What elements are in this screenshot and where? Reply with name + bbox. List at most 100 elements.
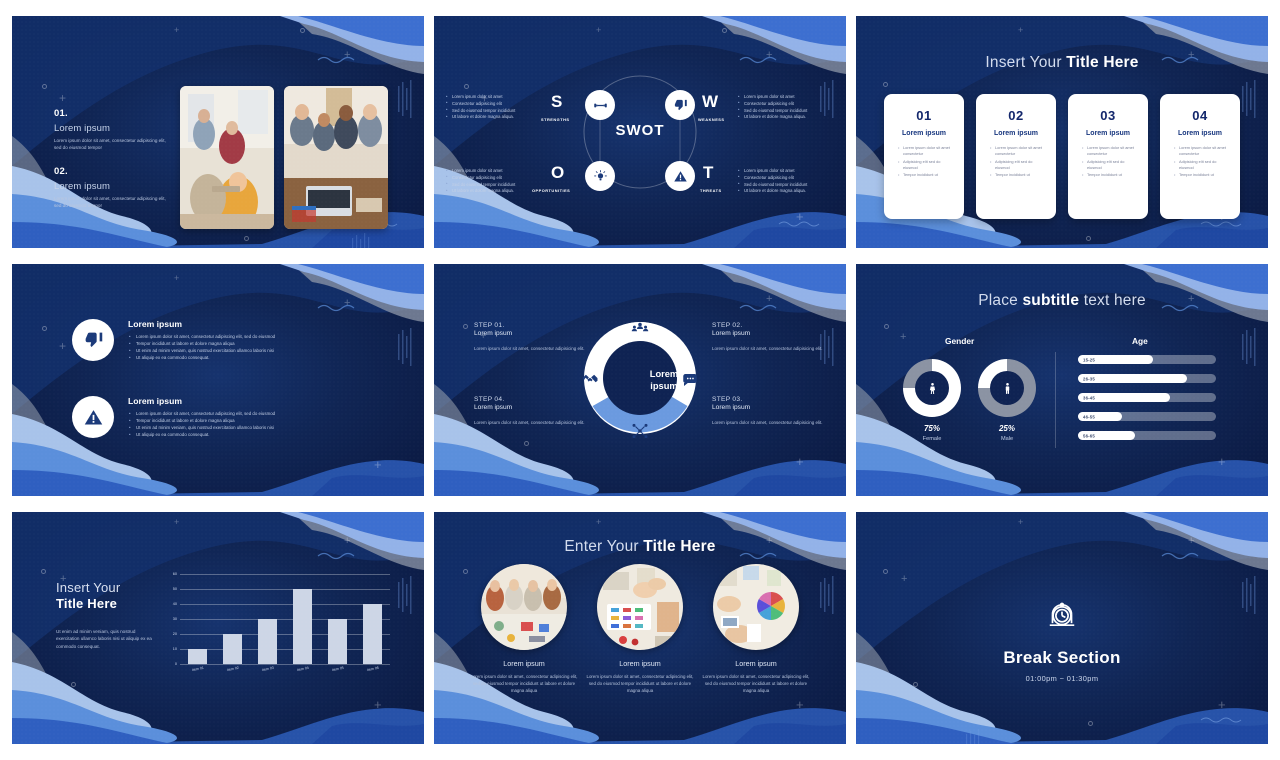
- step-label: STEP 04.: [474, 396, 505, 403]
- photo-card-1: [180, 86, 274, 229]
- circle-decoration-icon: [464, 84, 469, 89]
- card-number: 04: [1192, 108, 1208, 123]
- bullet: Sed do eiusmod tempor incididunt: [446, 181, 542, 189]
- bullet: Adipisicing elit sed do eiusmod: [1082, 159, 1140, 171]
- slide-8-title: Enter Your Title Here: [434, 538, 846, 556]
- age-bar-row: 56-65: [1078, 431, 1216, 440]
- warning-triangle-icon: [72, 396, 114, 438]
- feature-heading: Lorem ipsum: [128, 319, 182, 329]
- item-body: Lorem ipsum dolor sit amet, consectetur …: [54, 138, 166, 151]
- photo-item: Lorem ipsum Lorem ipsum dolor sit amet, …: [701, 564, 811, 694]
- bullet: Adipisicing elit sed do eiusmod: [1174, 159, 1232, 171]
- swot-bullets-weakness: Lorem ipsum dolor sit amet Consectetur a…: [738, 94, 834, 121]
- dumbbell-icon: [585, 90, 615, 120]
- info-card[interactable]: 04 Lorem ipsum Lorem ipsum dolor sit ame…: [1160, 94, 1240, 219]
- item-heading: Lorem ipsum: [54, 123, 111, 134]
- bar-label: 36-45: [1083, 395, 1095, 400]
- break-section-content: Break Section 01:00pm ~ 01:30pm: [856, 598, 1268, 683]
- circle-decoration-icon: [524, 441, 529, 446]
- chart-bar: [293, 589, 312, 664]
- photo-circle: [597, 564, 683, 650]
- chart-bars: [180, 574, 390, 664]
- bullet: Ut aliquip ex ea commodo consequat.: [128, 431, 358, 438]
- bullet: Ut labore et dolore magna aliqua.: [738, 188, 834, 195]
- circle-decoration-icon: [883, 569, 888, 574]
- photo-heading: Lorem ipsum: [619, 659, 661, 668]
- slide-6-demographics[interactable]: + + + Place subtitle text here Gender Ag…: [856, 264, 1268, 496]
- cycle-step-03: STEP 03. Lorem ipsum Lorem ipsum dolor s…: [712, 396, 824, 426]
- slide-7-body: Ut enim ad minim veniam, quis nostrud ex…: [56, 629, 152, 649]
- warning-triangle-icon: [665, 161, 695, 191]
- people-group-icon: [631, 320, 649, 338]
- plus-decoration-icon: +: [344, 297, 351, 309]
- circle-decoration-icon: [722, 28, 727, 33]
- section-divider: [1055, 352, 1056, 448]
- bullet: Lorem ipsum dolor sit amet: [738, 94, 834, 101]
- plus-decoration-icon: +: [1018, 25, 1024, 35]
- slide-1-item-1: 01. Lorem ipsum Lorem ipsum dolor sit am…: [54, 108, 174, 151]
- slide-4-icon-list[interactable]: + + + + Lorem ipsum Lorem ipsum dolor si…: [12, 264, 424, 496]
- chart-bar: [363, 604, 382, 664]
- plus-decoration-icon: +: [174, 517, 180, 527]
- swot-label-threats: THREATS: [700, 188, 722, 193]
- circle-decoration-icon: [883, 82, 888, 87]
- age-section-label: Age: [1132, 336, 1148, 346]
- bullet: Lorem ipsum dolor sit amet consectetur: [1082, 145, 1140, 157]
- chart-bar: [188, 649, 207, 664]
- circle-decoration-icon: [71, 682, 76, 687]
- slide-8-three-photos[interactable]: + + + Enter Your Title Here Lorem ipsum …: [434, 512, 846, 744]
- info-card[interactable]: 02 Lorem ipsum Lorem ipsum dolor sit ame…: [976, 94, 1056, 219]
- slide-3-four-cards[interactable]: + + + Insert Your Title Here 01 Lorem ip…: [856, 16, 1268, 248]
- item-heading: Lorem ipsum: [54, 181, 111, 193]
- bullet: Ut labore et dolore magna aliqua.: [446, 188, 542, 195]
- title-bold: Title Here: [1066, 54, 1139, 71]
- alarm-clock-icon: [856, 598, 1268, 637]
- bullet: Tempor incididunt ut labore et dolore ma…: [128, 340, 358, 347]
- step-label: STEP 03.: [712, 396, 743, 403]
- swot-label-opportunities: OPPORTUNITIES: [532, 188, 571, 193]
- step-label: STEP 02.: [712, 322, 743, 329]
- card-heading: Lorem ipsum: [994, 130, 1038, 137]
- card-number: 01: [916, 108, 932, 123]
- slide-9-break-section[interactable]: + + + + Break Section 01:00pm ~ 01:30pm: [856, 512, 1268, 744]
- chart-category-labels: Item 01 Item 02 Item 03 Item 04 Item 05 Item …: [180, 664, 390, 672]
- bullet: Sed do eiusmod tempor incididunt: [738, 107, 834, 115]
- break-heading: Break Section: [1003, 648, 1121, 667]
- info-card[interactable]: 03 Lorem ipsum Lorem ipsum dolor sit ame…: [1068, 94, 1148, 219]
- title-bold: Title Here: [56, 596, 118, 611]
- slide-7-bar-chart[interactable]: + + + + Insert Your Title Here Ut enim a…: [12, 512, 424, 744]
- slide-6-title: Place subtitle text here: [856, 292, 1268, 310]
- plus-decoration-icon: +: [1188, 535, 1195, 547]
- card-heading: Lorem ipsum: [1178, 130, 1222, 137]
- slide-7-title: Insert Your Title Here: [56, 580, 120, 611]
- slide-2-swot[interactable]: + + + + Lorem ipsum dolor sit amet Conse…: [434, 16, 846, 248]
- photo-item: Lorem ipsum Lorem ipsum dolor sit amet, …: [469, 564, 579, 694]
- swot-letter-w: W: [702, 92, 719, 111]
- bullet: Lorem ipsum dolor sit amet: [738, 168, 834, 175]
- plus-decoration-icon: +: [796, 209, 804, 224]
- photo-body: Lorem ipsum dolor sit amet, consectetur …: [586, 674, 694, 694]
- feature-text: Lorem ipsum Lorem ipsum dolor sit amet, …: [128, 396, 358, 438]
- info-card[interactable]: 01 Lorem ipsum Lorem ipsum dolor sit ame…: [884, 94, 964, 219]
- slide-5-cycle-steps[interactable]: + + + Lorem ipsum STEP 01. Lorem ipsum L…: [434, 264, 846, 496]
- bar-chart: 60 50 40 30 20 10 0 Item 01 Item 02 Item 03 Item …: [162, 572, 390, 672]
- circle-decoration-icon: [42, 326, 47, 331]
- photo-body: Lorem ipsum dolor sit amet, consectetur …: [470, 674, 578, 694]
- bullet: Consectetur adipisicing elit: [738, 174, 834, 182]
- age-bar-row: 36-45: [1078, 393, 1216, 402]
- thumbs-down-icon: [665, 90, 695, 120]
- title-bold: Title Here: [643, 538, 716, 555]
- slide-1-item-2: 02. Lorem ipsum Lorem ipsum dolor sit am…: [54, 166, 174, 209]
- y-axis-tick: 40: [172, 602, 177, 606]
- circle-decoration-icon: [41, 569, 46, 574]
- bar-label: 15-25: [1083, 357, 1095, 362]
- center-line-2: ipsum: [650, 380, 678, 391]
- bullet: Tempor incididunt ut: [990, 172, 1048, 178]
- donut-sublabel: Male: [1000, 436, 1014, 442]
- bullet: Ut enim ad minim veniam, quis nostrud ex…: [128, 424, 358, 431]
- slide-background: + + + +: [12, 264, 424, 496]
- slide-1-intro[interactable]: + + + + 01. Lorem ipsum Lorem ipsum dolo…: [12, 16, 424, 248]
- photo-card-2: [284, 86, 388, 229]
- donut-percent: 25%: [998, 424, 1015, 433]
- step-label: STEP 01.: [474, 322, 505, 329]
